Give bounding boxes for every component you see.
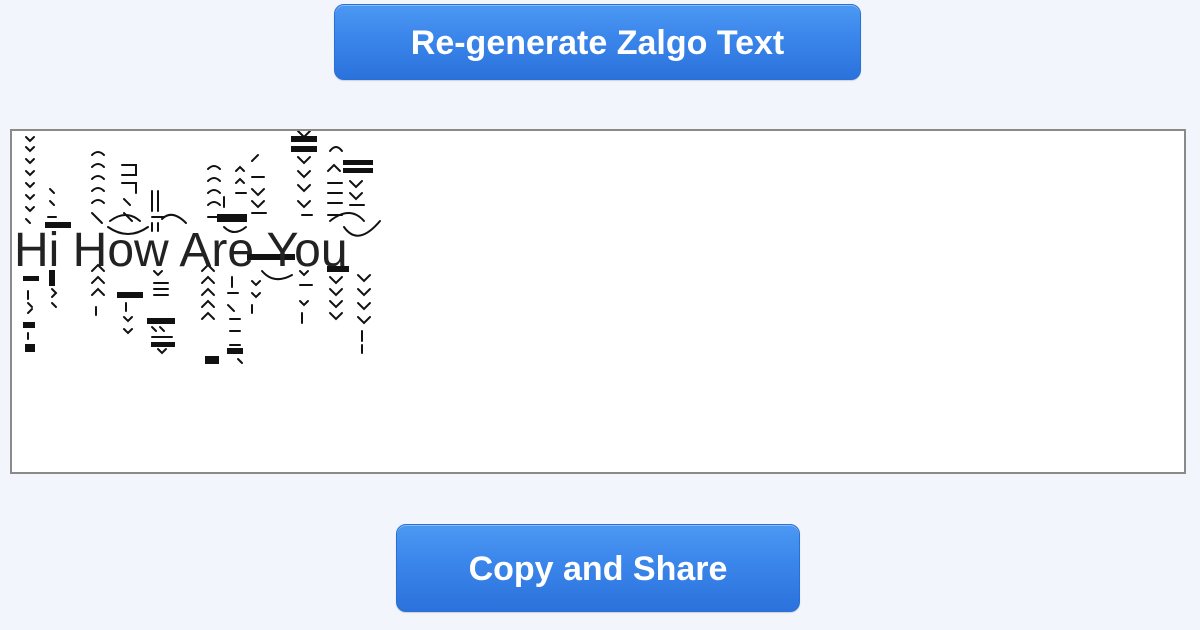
regenerate-zalgo-text-button[interactable]: Re-generate Zalgo Text (334, 4, 861, 80)
zalgo-output-box[interactable]: Hi How Are You (10, 129, 1186, 474)
zalgo-output-text: Hi How Are You (14, 224, 348, 277)
copy-and-share-button[interactable]: Copy and Share (396, 524, 800, 612)
zalgo-generator-page: Re-generate Zalgo Text Hi How Are You Co… (0, 0, 1200, 630)
